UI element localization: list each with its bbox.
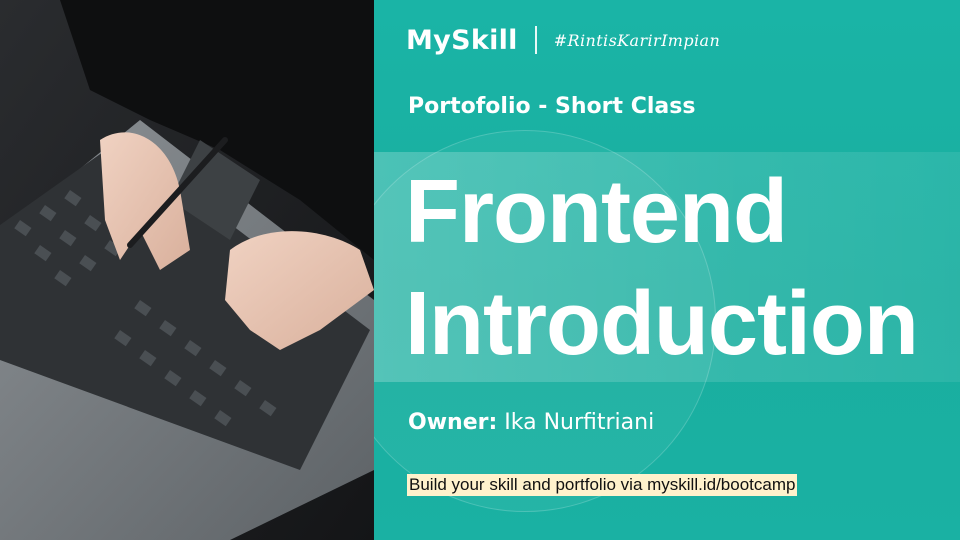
laptop-typing-photo: [0, 0, 374, 540]
slide-title: Frontend Introduction: [405, 156, 919, 380]
owner-line: Owner: Ika Nurfitriani: [408, 410, 654, 435]
slide-subtitle: Portofolio - Short Class: [408, 94, 696, 119]
brand-header: MySkill #RintisKarirImpian: [406, 20, 720, 60]
brand-divider: [534, 26, 537, 54]
owner-label: Owner:: [408, 410, 498, 435]
title-line-2: Introduction: [405, 274, 919, 374]
title-line-1: Frontend: [405, 162, 788, 262]
brand-logo: MySkill: [406, 24, 518, 56]
promo-banner: Build your skill and portfolio via myski…: [407, 474, 798, 496]
owner-name: Ika Nurfitriani: [504, 410, 655, 435]
brand-tagline: #RintisKarirImpian: [553, 30, 721, 50]
